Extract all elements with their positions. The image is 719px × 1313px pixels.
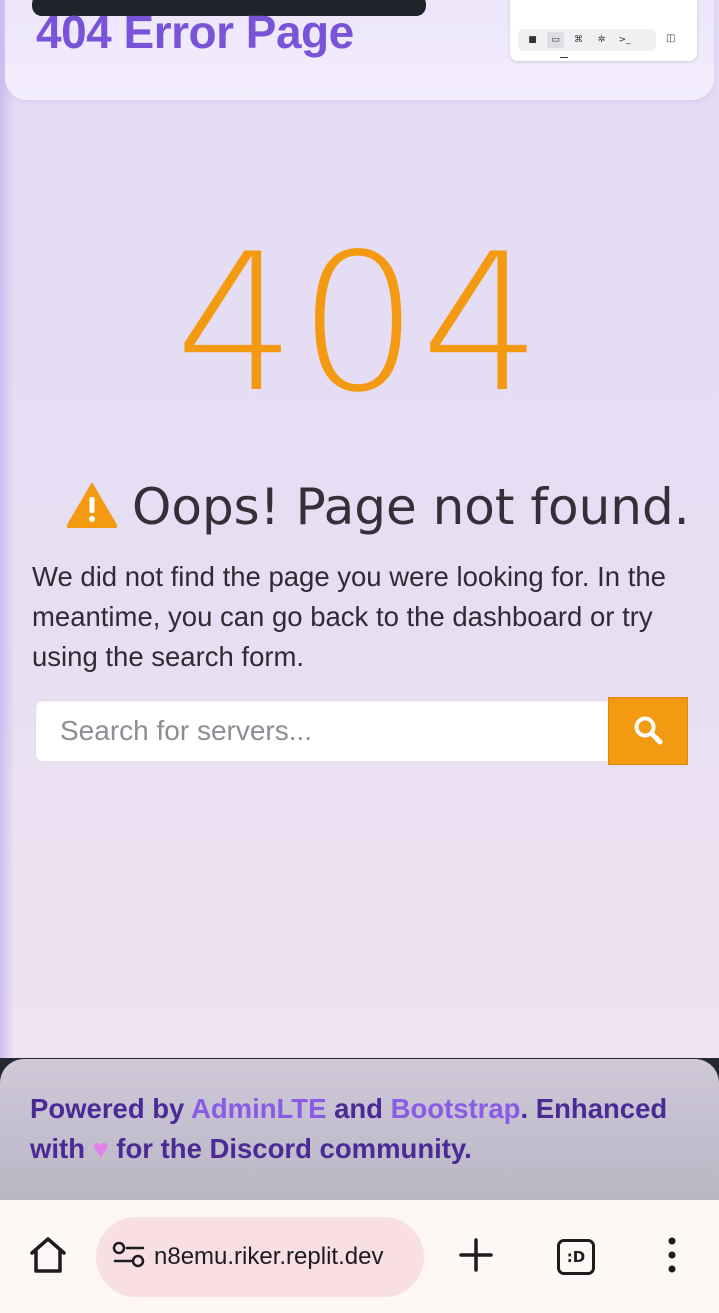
left-edge-glow <box>0 0 14 1058</box>
error-code: 404 <box>175 213 544 434</box>
command-icon[interactable]: ⌘ <box>570 32 587 48</box>
footer-and: and <box>326 1093 391 1124</box>
site-settings-icon[interactable] <box>112 1241 146 1273</box>
plus-icon <box>459 1238 493 1276</box>
terminal-icon[interactable]: >_ <box>616 32 633 48</box>
search-icon <box>633 715 663 748</box>
monitor-icon[interactable]: ▭ <box>547 32 564 48</box>
tab-switcher-button[interactable]: :D <box>557 1239 595 1275</box>
search-input[interactable] <box>35 700 609 762</box>
footer: Powered by AdminLTE and Bootstrap. Enhan… <box>0 1059 719 1200</box>
error-heading-row: Oops! Page not found. <box>66 476 690 538</box>
heart-icon: ♥ <box>92 1134 109 1164</box>
adminlte-link[interactable]: AdminLTE <box>191 1093 326 1124</box>
url-text: n8emu.riker.replit.dev <box>154 1243 384 1270</box>
error-heading: Oops! Page not found. <box>132 478 690 536</box>
new-tab-button[interactable] <box>456 1236 496 1278</box>
address-bar[interactable]: n8emu.riker.replit.dev <box>96 1217 424 1297</box>
search-button[interactable] <box>608 697 688 765</box>
footer-text: Powered by AdminLTE and Bootstrap. Enhan… <box>30 1089 689 1169</box>
home-icon <box>28 1236 68 1278</box>
bootstrap-link[interactable]: Bootstrap <box>391 1093 521 1124</box>
active-tab-indicator <box>560 57 568 58</box>
footer-community: for the Discord community. <box>108 1133 472 1164</box>
stop-icon[interactable]: ■ <box>524 32 541 48</box>
brain-icon[interactable]: ✲ <box>593 32 610 48</box>
more-vertical-icon <box>667 1237 677 1277</box>
error-description: We did not find the page you were lookin… <box>32 561 666 672</box>
footer-powered-by: Powered by <box>30 1093 191 1124</box>
panel-layout-icon[interactable]: ◫ <box>666 33 675 44</box>
home-button[interactable] <box>26 1236 70 1278</box>
warning-icon <box>66 482 118 532</box>
browser-menu-button[interactable] <box>660 1236 684 1278</box>
devtools-mini-toolbar: ■ ▭ ⌘ ✲ >_ <box>518 29 656 51</box>
page-title: 404 Error Page <box>36 6 354 58</box>
